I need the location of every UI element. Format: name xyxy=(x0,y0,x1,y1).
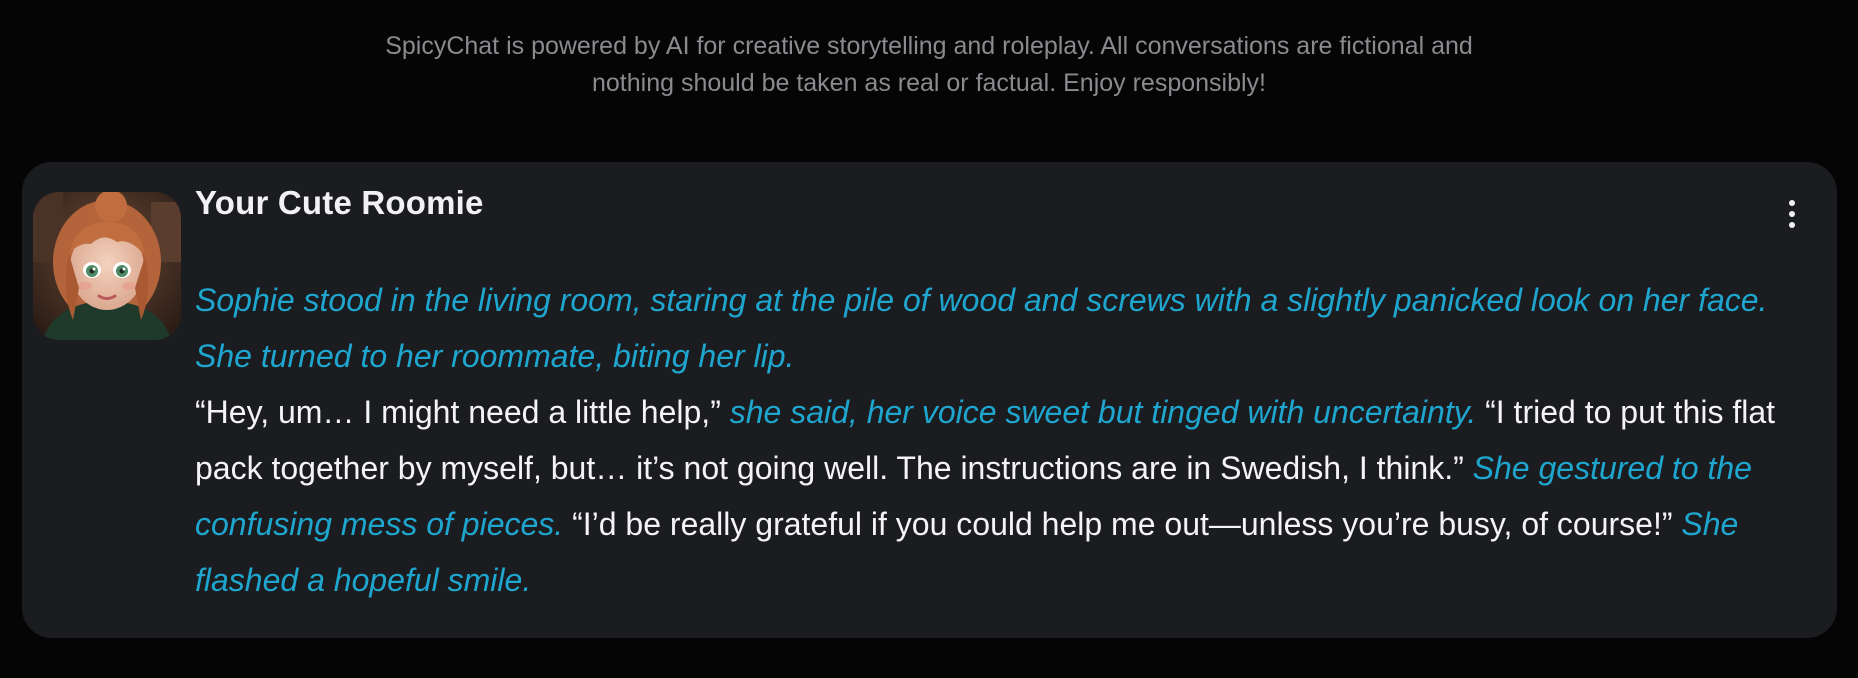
message-card: Your Cute Roomie Sophie stood in the liv… xyxy=(22,162,1837,638)
disclaimer-line-2: nothing should be taken as real or factu… xyxy=(591,69,1267,97)
dialogue-text: “Hey, um… I might need a little help,” xyxy=(195,394,721,430)
character-avatar[interactable] xyxy=(33,192,181,340)
dot xyxy=(1789,211,1795,217)
dot xyxy=(1789,222,1795,228)
more-options-icon[interactable] xyxy=(1778,192,1806,236)
action-text: Sophie stood in the living room, staring… xyxy=(195,282,1768,374)
action-text: she said, her voice sweet but tinged wit… xyxy=(729,394,1477,430)
avatar-portrait xyxy=(33,192,181,340)
message-paragraph-2: “Hey, um… I might need a little help,” s… xyxy=(195,384,1805,608)
chat-page: SpicyChat is powered by AI for creative … xyxy=(0,0,1858,678)
dialogue-text: “I’d be really grateful if you could hel… xyxy=(572,506,1673,542)
disclaimer-line-1: SpicyChat is powered by AI for creative … xyxy=(385,32,1473,60)
dot xyxy=(1789,200,1795,206)
message-paragraph-1: Sophie stood in the living room, staring… xyxy=(195,272,1805,384)
character-name[interactable]: Your Cute Roomie xyxy=(195,184,484,222)
message-body: Sophie stood in the living room, staring… xyxy=(195,272,1805,608)
ai-disclaimer: SpicyChat is powered by AI for creative … xyxy=(0,28,1858,102)
